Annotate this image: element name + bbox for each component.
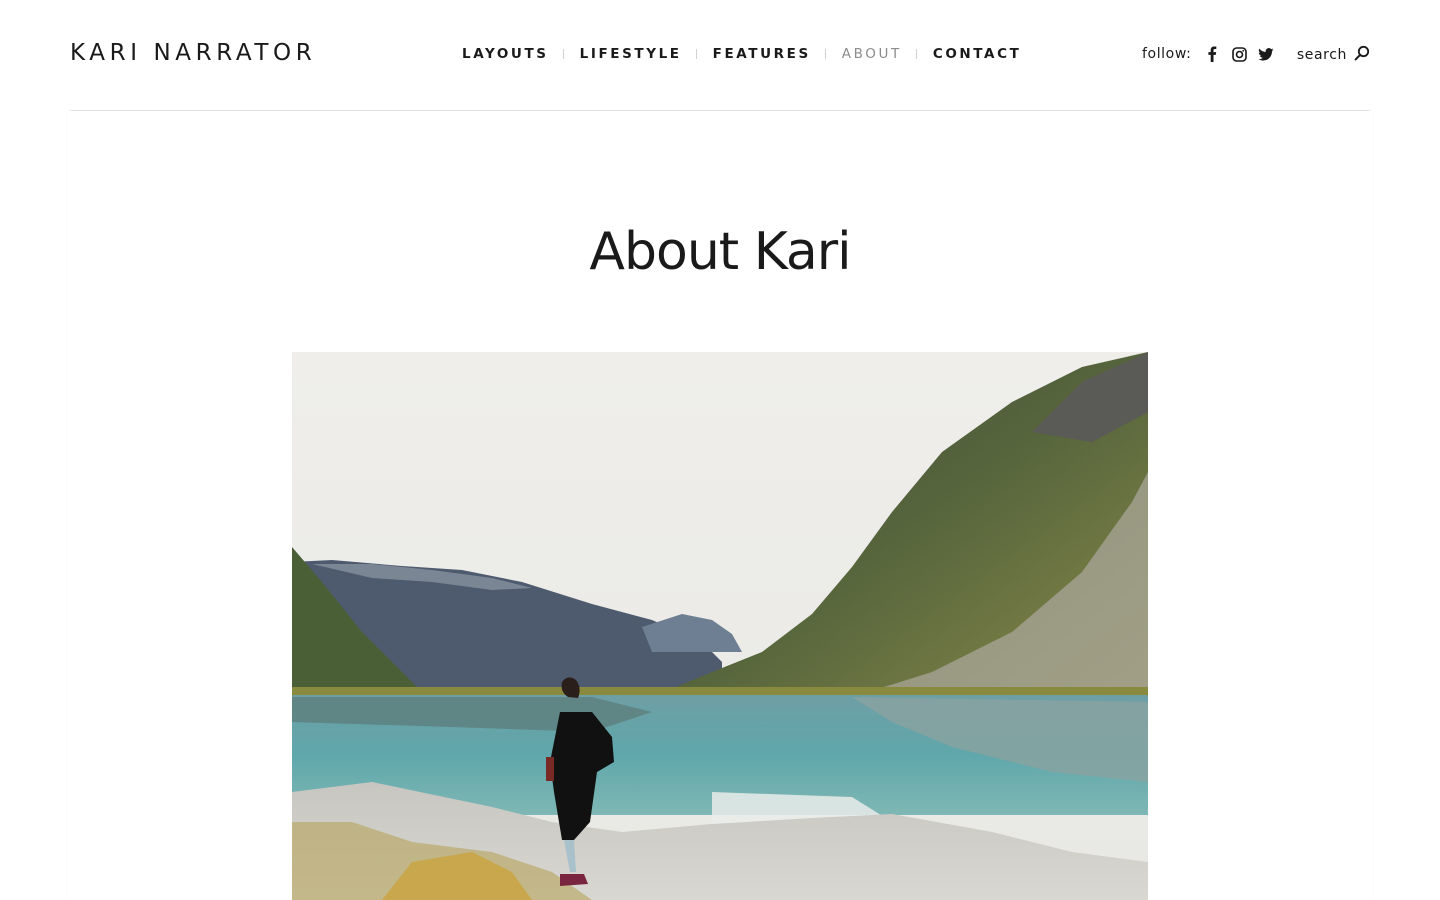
nav-separator: [562, 49, 564, 59]
nav-item-layouts[interactable]: LAYOUTS: [462, 46, 549, 62]
page-title: About Kari: [589, 222, 851, 282]
twitter-icon[interactable]: [1257, 45, 1275, 63]
nav-separator: [695, 49, 697, 59]
nav-separator: [824, 49, 826, 59]
site-logo[interactable]: KARI NARRATOR: [70, 40, 316, 66]
search-label: search: [1296, 47, 1347, 63]
social-follow: follow:: [1142, 45, 1284, 63]
follow-label: follow:: [1142, 46, 1192, 62]
nav-item-contact[interactable]: CONTACT: [933, 46, 1022, 62]
instagram-icon[interactable]: [1230, 45, 1248, 63]
nav-item-about[interactable]: ABOUT: [842, 46, 902, 62]
hero-image: [292, 352, 1148, 900]
nav-item-features[interactable]: FEATURES: [713, 46, 811, 62]
main-nav: LAYOUTS LIFESTYLE FEATURES ABOUT CONTACT: [462, 46, 1021, 62]
site-header: KARI NARRATOR LAYOUTS LIFESTYLE FEATURES…: [70, 0, 1370, 111]
nav-item-lifestyle[interactable]: LIFESTYLE: [580, 46, 682, 62]
search-icon: [1354, 45, 1370, 65]
facebook-icon[interactable]: [1203, 45, 1221, 63]
nav-separator: [915, 49, 917, 59]
search-toggle[interactable]: search: [1297, 45, 1370, 65]
